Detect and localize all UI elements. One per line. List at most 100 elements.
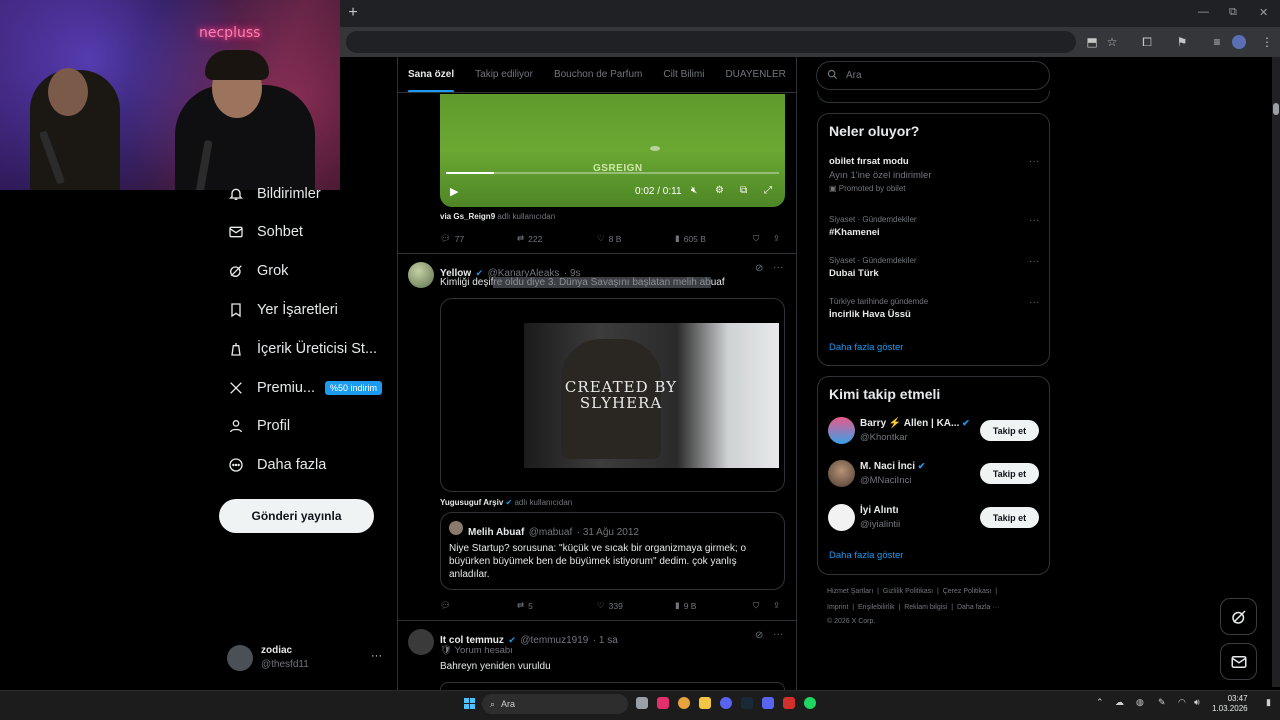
- bookmark-button[interactable]: ⛉: [753, 600, 759, 611]
- messages-fab[interactable]: [1220, 643, 1257, 680]
- suggestion-name[interactable]: Barry ⚡ Allen | KA... ✔: [860, 418, 970, 429]
- extensions-icon[interactable]: ⧠: [1138, 33, 1156, 51]
- like-button[interactable]: ♡ 339: [597, 600, 623, 611]
- who-to-follow-show-more[interactable]: Daha fazla göster: [829, 550, 903, 561]
- account-more-icon[interactable]: ···: [371, 650, 382, 662]
- follow-button[interactable]: Takip et: [980, 507, 1039, 528]
- mute-icon[interactable]: 🔇︎: [691, 185, 697, 196]
- post-avatar[interactable]: [408, 629, 434, 655]
- trend-more-icon[interactable]: ···: [1029, 297, 1039, 308]
- nav-item-profile[interactable]: Profil: [227, 411, 290, 441]
- install-app-icon[interactable]: ⬒: [1083, 33, 1101, 51]
- task-view-icon[interactable]: [636, 697, 648, 709]
- nav-item-more[interactable]: Daha fazla: [227, 450, 326, 480]
- tray-app-icon-2[interactable]: ◍: [1136, 697, 1144, 708]
- footer-link[interactable]: Daha fazla ···: [957, 604, 999, 611]
- post-more-icon[interactable]: ···: [773, 262, 783, 273]
- via-user[interactable]: via Gs_Reign9: [440, 212, 495, 221]
- close-window-button[interactable]: ✕: [1259, 6, 1268, 19]
- suggestion-avatar[interactable]: [828, 460, 855, 487]
- obs-icon[interactable]: [720, 697, 732, 709]
- spotify-icon[interactable]: [804, 697, 816, 709]
- trend-item[interactable]: obilet fırsat modu Ayın 1'ine özel indir…: [829, 156, 1039, 198]
- views-button[interactable]: ▮ 9 B: [675, 600, 696, 611]
- footer-link[interactable]: Erişilebilirlik: [858, 604, 895, 611]
- views-button[interactable]: ▮ 605 B: [675, 233, 706, 244]
- minimize-button[interactable]: —: [1198, 6, 1209, 18]
- post-more-icon[interactable]: ···: [773, 629, 783, 640]
- post-image[interactable]: CREATED BY SLYHERA: [440, 298, 785, 492]
- new-tab-button[interactable]: +: [346, 4, 360, 22]
- tray-chevron-icon[interactable]: ⌃: [1096, 697, 1104, 708]
- reply-button[interactable]: 💬︎: [440, 600, 451, 611]
- pip-icon[interactable]: ⧉: [740, 185, 747, 196]
- trend-item[interactable]: Siyaset · Gündemdekiler Dubai Türk ···: [829, 256, 1039, 279]
- follow-button[interactable]: Takip et: [980, 463, 1039, 484]
- suggestion-name[interactable]: İyi Alıntı: [860, 505, 899, 516]
- play-icon[interactable]: ▶: [450, 185, 458, 198]
- search-input[interactable]: Ara: [816, 61, 1050, 90]
- page-scrollbar[interactable]: [1272, 57, 1280, 687]
- notification-icon[interactable]: ▮: [1266, 697, 1271, 708]
- windows-start-icon[interactable]: [464, 698, 475, 709]
- suggestion-name[interactable]: M. Naci İnci ✔: [860, 461, 925, 472]
- trend-item[interactable]: Siyaset · Gündemdekiler #Khamenei ···: [829, 215, 1039, 238]
- tab-cilt-bilimi[interactable]: Cilt Bilimi: [663, 69, 704, 80]
- footer-link[interactable]: Çerez Politikası: [943, 588, 992, 595]
- tab-for-you[interactable]: Sana özel: [408, 69, 455, 92]
- post-handle[interactable]: @temmuz1919: [520, 635, 588, 646]
- like-button[interactable]: ♡ 8 B: [597, 233, 621, 244]
- file-explorer-icon[interactable]: [699, 697, 711, 709]
- via-user[interactable]: Yugusuguf Arşiv: [440, 498, 503, 507]
- volume-icon[interactable]: 🔊︎: [1194, 697, 1200, 708]
- tab-bouchon[interactable]: Bouchon de Parfum: [554, 69, 642, 80]
- discord-icon[interactable]: [762, 697, 774, 709]
- address-bar[interactable]: [346, 31, 1076, 53]
- trends-show-more[interactable]: Daha fazla göster: [829, 342, 903, 353]
- trend-more-icon[interactable]: ···: [1029, 156, 1039, 167]
- wifi-icon[interactable]: ◠: [1178, 697, 1186, 708]
- nav-item-premium[interactable]: Premiu... %50 indirim: [227, 373, 383, 403]
- video-progress-track[interactable]: [446, 172, 779, 174]
- chrome-taskbar-icon[interactable]: [678, 697, 690, 709]
- quoted-post[interactable]: Melih Abuaf @mabuaf · 31 Ağu 2012 Niye S…: [440, 512, 785, 590]
- tray-app-icon-3[interactable]: ✎: [1158, 697, 1166, 708]
- taskbar-search[interactable]: ⌕ Ara: [482, 694, 628, 714]
- taskbar-app-icon[interactable]: [657, 697, 669, 709]
- account-switcher[interactable]: zodiac @thesfd11 ···: [227, 644, 387, 674]
- footer-link[interactable]: Reklam bilgisi: [904, 604, 947, 611]
- bookmark-button[interactable]: ⛉: [753, 233, 759, 244]
- footer-link[interactable]: Gizlilik Politikası: [883, 588, 933, 595]
- taskbar-clock[interactable]: 03:47 1.03.2026: [1212, 694, 1248, 714]
- repost-button[interactable]: ⇄ 222: [517, 233, 542, 244]
- nav-item-bookmarks[interactable]: Yer İşaretleri: [227, 295, 338, 325]
- share-button[interactable]: ⇪: [773, 600, 780, 611]
- footer-link[interactable]: Imprint: [827, 604, 848, 611]
- grok-analyze-icon[interactable]: ⊘: [755, 630, 763, 641]
- maximize-button[interactable]: ⧉: [1229, 6, 1237, 19]
- post-avatar[interactable]: [408, 262, 434, 288]
- trend-more-icon[interactable]: ···: [1029, 215, 1039, 226]
- tray-app-icon[interactable]: ☁: [1115, 697, 1124, 708]
- nav-item-grok[interactable]: Grok: [227, 256, 288, 286]
- steam-icon[interactable]: [741, 697, 753, 709]
- taskbar-app-icon-2[interactable]: [783, 697, 795, 709]
- share-button[interactable]: ⇪: [773, 233, 780, 244]
- profile-avatar[interactable]: [1232, 35, 1246, 49]
- extension-icon[interactable]: ⚑: [1173, 33, 1191, 51]
- repost-button[interactable]: ⇄ 5: [517, 600, 533, 611]
- reply-button[interactable]: 💬︎ 77: [440, 233, 464, 244]
- suggestion-avatar[interactable]: [828, 504, 855, 531]
- suggestion-avatar[interactable]: [828, 417, 855, 444]
- fullscreen-icon[interactable]: ⤢: [764, 185, 772, 196]
- trend-item[interactable]: Türkiye tarihinde gündemde İncirlik Hava…: [829, 297, 1039, 320]
- media-icon[interactable]: ≡: [1208, 33, 1226, 51]
- bookmark-star-icon[interactable]: ☆: [1103, 33, 1121, 51]
- tab-duayenler[interactable]: DUAYENLER: [725, 69, 785, 80]
- nav-item-notifications[interactable]: Bildirimler: [227, 179, 321, 209]
- grok-analyze-icon[interactable]: ⊘: [755, 263, 763, 274]
- grok-fab[interactable]: [1220, 598, 1257, 635]
- video-player[interactable]: GSREIGN ▶ 0:02 / 0:11 🔇︎ ⚙ ⧉ ⤢: [440, 94, 785, 207]
- browser-menu-icon[interactable]: ⋮: [1258, 33, 1276, 51]
- tab-following[interactable]: Takip ediliyor: [475, 69, 533, 80]
